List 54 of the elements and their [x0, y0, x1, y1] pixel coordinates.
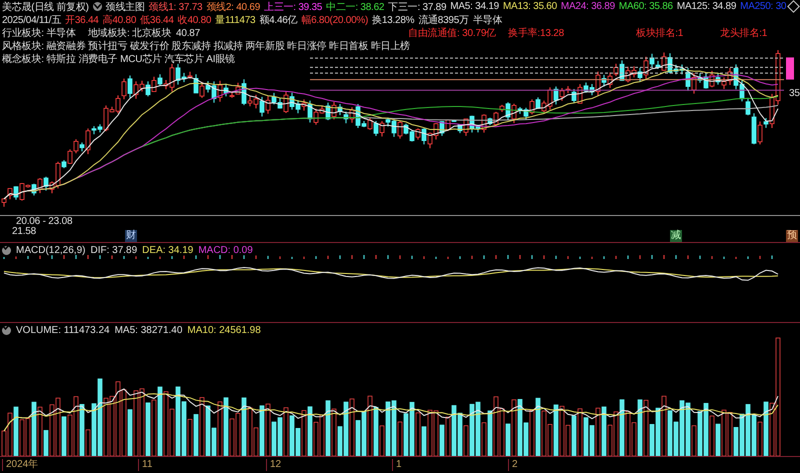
event-marker[interactable]: 财 — [125, 230, 137, 242]
indicator-value: 中二一: 38.62 — [326, 0, 384, 14]
quote-value: 2025/04/11/五 — [2, 14, 62, 26]
stock-title: 美芯晟(日线 前复权) — [2, 0, 89, 14]
volume-ma5: MA5: 38271.40 — [114, 325, 182, 336]
axis-label: 1 — [392, 459, 402, 471]
indicator-set-name[interactable]: 颈线主图 — [106, 0, 145, 14]
axis-label: 2024年 — [2, 459, 38, 471]
indicator-value: MA13: 35.60 — [502, 1, 557, 12]
axis-label: 11 — [138, 459, 152, 471]
indicator-value: 颈线2: 40.69 — [206, 0, 260, 14]
sector-tags: 风格板块: 融资融券 预计扭亏 破发行价 股东减持 拟减持 两年新股 昨日涨停 昨日首板 昨日上榜 — [2, 41, 410, 53]
rank-note: 板块排名:1 — [636, 28, 684, 40]
axis-label: 12 — [266, 459, 282, 471]
stat-note: 换手率:13.28 — [508, 28, 564, 40]
indicator-value: MA60: 35.86 — [618, 1, 673, 12]
price-range-label: 20.06 - 23.08 — [16, 216, 72, 227]
sector-tags: 地域板块: 北京板块 — [88, 28, 172, 40]
rank-note: 龙头排名:1 — [720, 28, 768, 40]
low-price-label: 21.58 — [12, 226, 36, 238]
quote-value: 低36.44 — [140, 14, 174, 26]
indicator-value: MA24: 36.89 — [560, 1, 615, 12]
dea-value: DEA: 34.19 — [142, 245, 194, 256]
quote-value: 幅6.80(20.00%) — [301, 14, 368, 26]
dropdown-icon[interactable] — [92, 2, 102, 11]
quote-value: 换13.28% — [372, 14, 414, 26]
indicator-value: 下三一: 37.89 — [388, 0, 446, 14]
high-price-label: 40.87 — [176, 28, 200, 40]
macd-value: MACD: 0.09 — [198, 245, 253, 256]
quote-value: 半导体 — [472, 14, 502, 26]
sector-tags: 行业板块: 半导体 — [2, 28, 76, 40]
quote-value: 流通8395万 — [418, 14, 469, 26]
dropdown-icon[interactable] — [2, 326, 11, 335]
indicator-value: 上三一: 39.35 — [264, 0, 322, 14]
sector-tags: 概念板块: 特斯拉 消费电子 MCU芯片 汽车芯片 AI眼镜 — [2, 54, 235, 66]
quote-value: 开36.44 — [65, 14, 99, 26]
dropdown-icon[interactable] — [2, 246, 11, 255]
volume-ma10: MA10: 24561.98 — [187, 325, 261, 336]
quote-value: 量111473 — [215, 14, 256, 26]
dif-value: DIF: 37.89 — [90, 245, 138, 256]
quote-value: 收40.80 — [178, 14, 212, 26]
stat-note: 自由流通值: 30.79亿 — [408, 28, 496, 40]
event-marker[interactable]: 减 — [670, 230, 682, 242]
highlight-bar — [786, 57, 794, 80]
quote-value: 高40.80 — [102, 14, 136, 26]
indicator-value: MA5: 34.19 — [450, 1, 499, 12]
indicator-value: MA250: 30 — [740, 1, 786, 12]
volume-title: VOLUME: 111473.24 — [16, 325, 110, 336]
quote-value: 额4.46亿 — [259, 14, 298, 26]
indicator-value: MA125: 34.89 — [676, 1, 736, 12]
event-marker[interactable]: 预 — [786, 230, 798, 242]
macd-title: MACD(12,26,9) — [16, 245, 86, 256]
axis-label: 2 — [508, 459, 518, 471]
indicator-value: 颈线1: 37.73 — [148, 0, 202, 14]
